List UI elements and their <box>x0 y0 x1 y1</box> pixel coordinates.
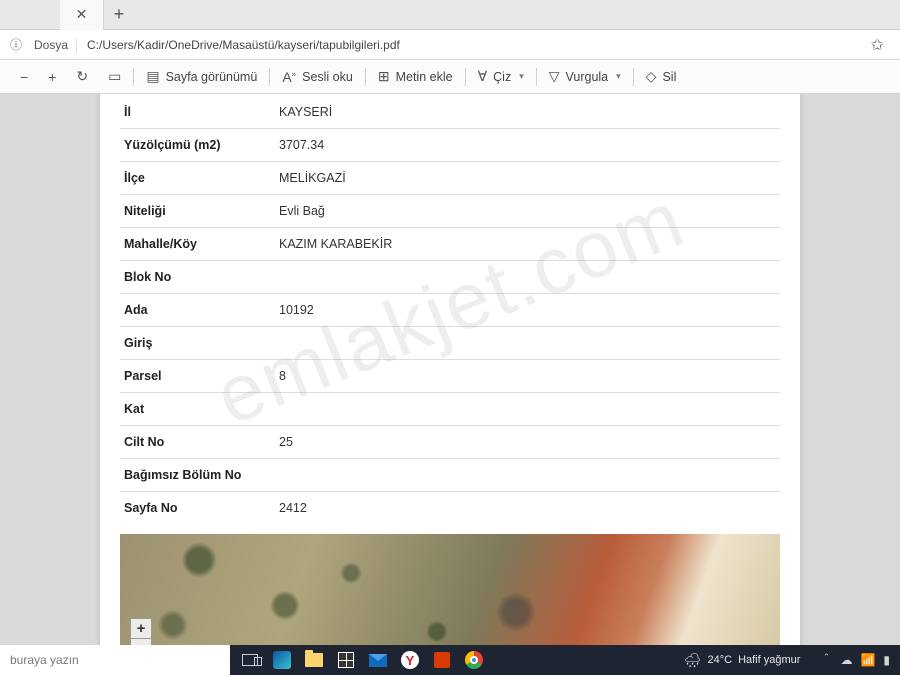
chrome-icon[interactable] <box>458 645 490 675</box>
edge-icon[interactable] <box>266 645 298 675</box>
field-value: 2412 <box>275 492 780 525</box>
field-label: Blok No <box>120 261 275 294</box>
field-label: Bağımsız Bölüm No <box>120 459 275 492</box>
taskbar-weather[interactable]: 🌧 24°C Hafif yağmur <box>674 652 811 669</box>
battery-icon[interactable]: ▮ <box>883 653 890 667</box>
table-row: Cilt No25 <box>120 426 780 459</box>
add-text-button[interactable]: ⊞Metin ekle <box>368 60 463 93</box>
weather-text: Hafif yağmur <box>738 654 800 666</box>
field-label: Sayfa No <box>120 492 275 525</box>
system-tray: ＾ ☁ 📶 ▮ <box>810 652 900 669</box>
table-row: Bağımsız Bölüm No <box>120 459 780 492</box>
file-explorer-icon[interactable] <box>298 645 330 675</box>
field-value <box>275 327 780 360</box>
deed-info-table: İlKAYSERİYüzölçümü (m2)3707.34İlçeMELİKG… <box>120 96 780 524</box>
field-label: Niteliği <box>120 195 275 228</box>
url-path[interactable]: C:/Users/Kadir/OneDrive/Masaüstü/kayseri… <box>77 38 861 52</box>
new-tab-button[interactable]: + <box>104 0 134 30</box>
table-row: İlçeMELİKGAZİ <box>120 162 780 195</box>
fit-button[interactable]: ▭ <box>98 60 131 93</box>
field-label: Giriş <box>120 327 275 360</box>
read-aloud-icon: A» <box>282 69 296 85</box>
taskbar-search[interactable]: buraya yazın <box>0 645 230 675</box>
table-row: Blok No <box>120 261 780 294</box>
browser-tab[interactable]: ✕ <box>60 0 104 30</box>
erase-button[interactable]: ◇Sil <box>636 60 687 93</box>
page-view-icon: ▤ <box>146 68 159 85</box>
office-icon[interactable] <box>426 645 458 675</box>
table-row: Ada10192 <box>120 294 780 327</box>
map-zoom-controls: + − <box>130 618 152 645</box>
field-label: Parsel <box>120 360 275 393</box>
draw-icon: ∀ <box>478 68 488 85</box>
rotate-button[interactable]: ↻ <box>66 60 98 93</box>
field-value: 25 <box>275 426 780 459</box>
close-icon[interactable]: ✕ <box>76 6 88 23</box>
tray-chevron-icon[interactable]: ＾ <box>820 652 832 669</box>
field-value <box>275 459 780 492</box>
field-value <box>275 393 780 426</box>
file-label: Dosya <box>26 38 77 52</box>
pdf-page: emlakjet.com İlKAYSERİYüzölçümü (m2)3707… <box>100 94 800 645</box>
highlight-icon: ▽ <box>549 68 560 85</box>
table-row: Mahalle/KöyKAZIM KARABEKİR <box>120 228 780 261</box>
table-row: İlKAYSERİ <box>120 96 780 129</box>
taskbar-apps: Y <box>234 645 490 675</box>
highlight-button[interactable]: ▽Vurgula▾ <box>539 60 631 93</box>
table-row: NiteliğiEvli Bağ <box>120 195 780 228</box>
network-icon[interactable]: 📶 <box>860 653 875 667</box>
zoom-in-button[interactable]: + <box>38 60 66 93</box>
chevron-down-icon[interactable]: ▾ <box>616 71 621 82</box>
draw-button[interactable]: ∀Çiz▾ <box>468 60 534 93</box>
onedrive-icon[interactable]: ☁ <box>840 653 852 667</box>
chevron-down-icon[interactable]: ▾ <box>519 71 524 82</box>
weather-icon: 🌧 <box>684 652 702 669</box>
field-value: KAZIM KARABEKİR <box>275 228 780 261</box>
favorite-icon[interactable]: ✩ <box>861 35 894 55</box>
table-row: Giriş <box>120 327 780 360</box>
field-value: 10192 <box>275 294 780 327</box>
field-value: Evli Bağ <box>275 195 780 228</box>
field-value: KAYSERİ <box>275 96 780 129</box>
weather-temp: 24°C <box>707 654 732 666</box>
satellite-map[interactable]: + − <box>120 534 780 645</box>
windows-taskbar: buraya yazın Y 🌧 24°C Hafif yağmur ＾ ☁ 📶… <box>0 645 900 675</box>
browser-tabstrip: ✕ + <box>0 0 900 30</box>
map-zoom-in[interactable]: + <box>130 618 152 638</box>
field-value <box>275 261 780 294</box>
field-label: İl <box>120 96 275 129</box>
map-zoom-out[interactable]: − <box>130 638 152 645</box>
add-text-icon: ⊞ <box>378 68 390 85</box>
pdf-viewport[interactable]: emlakjet.com İlKAYSERİYüzölçümü (m2)3707… <box>0 94 900 645</box>
table-row: Parsel8 <box>120 360 780 393</box>
field-label: İlçe <box>120 162 275 195</box>
field-value: 3707.34 <box>275 129 780 162</box>
ms-store-icon[interactable] <box>330 645 362 675</box>
field-label: Yüzölçümü (m2) <box>120 129 275 162</box>
table-row: Kat <box>120 393 780 426</box>
zoom-out-button[interactable]: − <box>10 60 38 93</box>
table-row: Yüzölçümü (m2)3707.34 <box>120 129 780 162</box>
table-row: Sayfa No2412 <box>120 492 780 525</box>
field-label: Ada <box>120 294 275 327</box>
pdf-toolbar: − + ↻ ▭ ▤Sayfa görünümü A»Sesli oku ⊞Met… <box>0 60 900 94</box>
info-icon[interactable]: ⓘ <box>10 36 22 53</box>
field-label: Mahalle/Köy <box>120 228 275 261</box>
field-label: Cilt No <box>120 426 275 459</box>
yandex-icon[interactable]: Y <box>394 645 426 675</box>
address-bar: ⓘ Dosya C:/Users/Kadir/OneDrive/Masaüstü… <box>0 30 900 60</box>
mail-icon[interactable] <box>362 645 394 675</box>
field-value: MELİKGAZİ <box>275 162 780 195</box>
field-label: Kat <box>120 393 275 426</box>
erase-icon: ◇ <box>646 68 657 85</box>
field-value: 8 <box>275 360 780 393</box>
task-view-icon[interactable] <box>234 645 266 675</box>
read-aloud-button[interactable]: A»Sesli oku <box>272 60 363 93</box>
page-view-button[interactable]: ▤Sayfa görünümü <box>136 60 267 93</box>
